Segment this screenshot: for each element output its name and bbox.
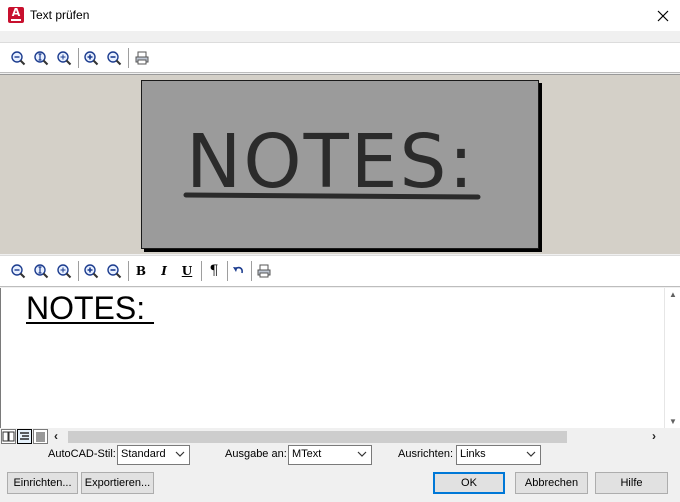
undo-icon — [233, 266, 243, 274]
text-toolbar: B I U ¶ — [0, 255, 680, 287]
italic-button[interactable]: I — [154, 261, 174, 281]
text-zoom-fit-button[interactable] — [31, 261, 51, 281]
bold-button[interactable]: B — [131, 261, 151, 281]
autocad-style-select[interactable]: Standard — [117, 445, 190, 465]
zoom-fit-icon — [34, 264, 49, 279]
align-value: Links — [460, 448, 486, 460]
scanned-image: NOTES: — [141, 80, 539, 249]
zoom-out-button[interactable] — [8, 48, 28, 68]
scroll-right-icon[interactable]: › — [652, 429, 656, 443]
zoom-window-icon — [57, 51, 72, 66]
chevron-down-icon — [175, 451, 185, 457]
zoom-window-button[interactable] — [54, 48, 74, 68]
export-button[interactable]: Exportieren... — [81, 472, 154, 494]
scroll-up-icon[interactable]: ▲ — [669, 290, 677, 299]
scanned-notes-graphic: NOTES: — [183, 119, 481, 205]
underline-button[interactable]: U — [177, 261, 197, 281]
autocad-style-value: Standard — [121, 448, 166, 460]
view-normal-button[interactable] — [17, 429, 32, 444]
undo-button[interactable] — [228, 261, 248, 281]
recognized-text-editor[interactable]: NOTES: — [0, 288, 664, 428]
zoom-out-icon — [11, 264, 26, 279]
close-button[interactable] — [645, 0, 680, 31]
text-zoom-out-button-2[interactable] — [104, 261, 124, 281]
scroll-left-icon[interactable]: ‹ — [54, 429, 58, 443]
scroll-down-icon[interactable]: ▼ — [669, 417, 677, 426]
zoom-out-button-2[interactable] — [104, 48, 124, 68]
page-view-icon — [2, 431, 15, 442]
text-zoom-out-button[interactable] — [8, 261, 28, 281]
vertical-scrollbar[interactable]: ▲ ▼ — [664, 288, 680, 428]
image-toolbar — [0, 42, 680, 73]
align-select[interactable]: Links — [456, 445, 541, 465]
zoom-out-2-icon — [107, 264, 122, 279]
view-page-button[interactable] — [1, 429, 16, 444]
chevron-down-icon — [357, 451, 367, 457]
outline-view-icon — [36, 432, 45, 442]
print-icon — [257, 264, 271, 278]
zoom-window-icon — [57, 264, 72, 279]
scanned-image-text: NOTES: — [186, 119, 475, 205]
app-icon-letter: A — [11, 6, 21, 19]
title-bar: A Text prüfen — [0, 0, 680, 31]
chevron-down-icon — [526, 451, 536, 457]
zoom-in-icon — [84, 51, 99, 66]
zoom-fit-button[interactable] — [31, 48, 51, 68]
help-button[interactable]: Hilfe — [595, 472, 668, 494]
paragraph-button[interactable]: ¶ — [204, 261, 224, 281]
output-label: Ausgabe an: — [225, 448, 287, 460]
align-label: Ausrichten: — [398, 448, 454, 460]
zoom-in-button[interactable] — [81, 48, 101, 68]
zoom-fit-icon — [34, 51, 49, 66]
horizontal-scroll-thumb[interactable] — [68, 431, 567, 443]
text-print-button[interactable] — [254, 261, 274, 281]
zoom-out-2-icon — [107, 51, 122, 66]
ok-button[interactable]: OK — [433, 472, 505, 494]
output-value: MText — [292, 448, 322, 460]
horizontal-scrollbar[interactable]: ‹ › — [51, 429, 664, 445]
text-view-icon — [20, 432, 29, 440]
view-outline-button[interactable] — [33, 429, 48, 444]
cancel-button[interactable]: Abbrechen — [515, 472, 588, 494]
text-zoom-window-button[interactable] — [54, 261, 74, 281]
window-title: Text prüfen — [30, 8, 90, 22]
output-select[interactable]: MText — [288, 445, 372, 465]
setup-button[interactable]: Einrichten... — [7, 472, 78, 494]
zoom-out-icon — [11, 51, 26, 66]
text-zoom-in-button[interactable] — [81, 261, 101, 281]
recognized-text[interactable]: NOTES: — [26, 290, 154, 327]
zoom-in-icon — [84, 264, 99, 279]
autocad-style-label: AutoCAD-Stil: — [48, 448, 116, 460]
autocad-app-icon: A — [8, 6, 24, 23]
print-button[interactable] — [132, 48, 152, 68]
print-icon — [135, 51, 149, 65]
close-icon — [657, 10, 668, 21]
